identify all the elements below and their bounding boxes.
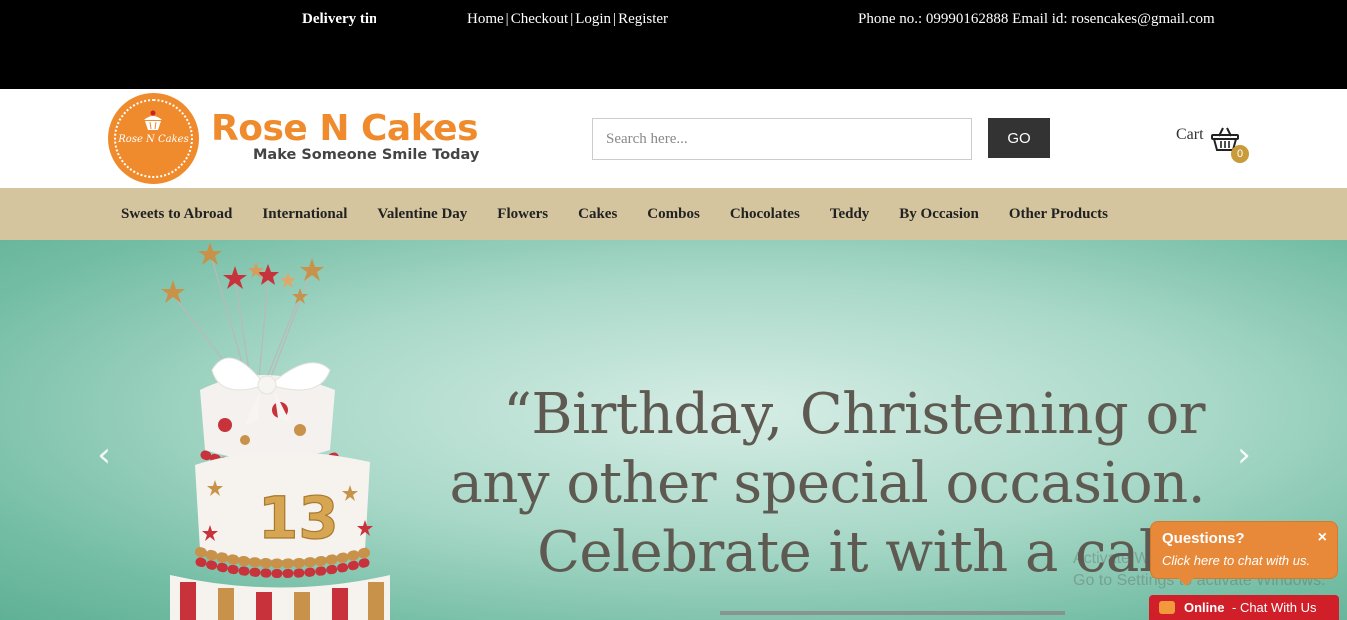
nav-item-other-products[interactable]: Other Products: [994, 206, 1123, 223]
login-link[interactable]: Login: [575, 11, 611, 27]
nav-item-cakes[interactable]: Cakes: [563, 206, 632, 223]
chat-status: Online: [1184, 600, 1225, 615]
link-separator: |: [613, 11, 617, 27]
link-separator: |: [505, 11, 509, 27]
home-link[interactable]: Home: [467, 11, 504, 27]
search-input[interactable]: [592, 118, 972, 160]
go-button[interactable]: GO: [988, 118, 1050, 158]
register-link[interactable]: Register: [618, 11, 668, 27]
tagline: Make Someone Smile Today: [253, 147, 480, 163]
nav-item-combos[interactable]: Combos: [632, 206, 715, 223]
site-header: Rose N Cakes Rose N Cakes Make Someone S…: [0, 89, 1347, 188]
top-bar: Delivery time Home|Checkout|Login|Regist…: [0, 0, 1347, 89]
main-nav: Sweets to Abroad International Valentine…: [0, 188, 1347, 240]
nav-item-teddy[interactable]: Teddy: [815, 206, 884, 223]
nav-item-chocolates[interactable]: Chocolates: [715, 206, 815, 223]
chat-subtitle: Click here to chat with us.: [1162, 553, 1311, 568]
checkout-link[interactable]: Checkout: [511, 11, 569, 27]
nav-item-by-occasion[interactable]: By Occasion: [884, 206, 994, 223]
close-icon[interactable]: ×: [1318, 529, 1327, 547]
cart-label[interactable]: Cart: [1176, 126, 1204, 144]
delivery-marquee: Delivery time: [302, 11, 376, 27]
chat-question: Questions?: [1162, 530, 1245, 547]
hero-quote-line: any other special occasion.: [449, 451, 1205, 516]
logo-mini-text: Rose N Cakes: [118, 134, 189, 145]
hero-quote-line: Celebrate it with a cake: [537, 520, 1205, 585]
cupcake-icon: [144, 110, 162, 130]
logo[interactable]: Rose N Cakes: [108, 93, 199, 184]
hero-quote-line: “Birthday, Christening or: [503, 382, 1205, 447]
chat-bubble-tail: [1178, 578, 1194, 586]
nav-item-international[interactable]: International: [247, 206, 362, 223]
slider-indicator[interactable]: [720, 611, 1065, 615]
chat-prompt-bubble[interactable]: Questions? Click here to chat with us. ×: [1150, 521, 1338, 579]
chat-cta: - Chat With Us: [1232, 600, 1317, 615]
hero-slider: 13 “Birthday, Christening or any other s…: [0, 240, 1347, 620]
slider-prev-icon[interactable]: ‹: [89, 438, 119, 472]
slider-next-icon[interactable]: ›: [1229, 438, 1259, 472]
chat-icon: [1159, 601, 1175, 614]
cart-count-badge: 0: [1231, 145, 1249, 163]
nav-item-valentine-day[interactable]: Valentine Day: [362, 206, 482, 223]
chat-bar[interactable]: Online - Chat With Us: [1149, 595, 1339, 620]
contact-info: Phone no.: 09990162888 Email id: rosenca…: [858, 11, 1215, 27]
brand-name[interactable]: Rose N Cakes: [211, 107, 479, 151]
nav-item-flowers[interactable]: Flowers: [482, 206, 563, 223]
nav-item-sweets-to-abroad[interactable]: Sweets to Abroad: [106, 206, 247, 223]
hero-quote: “Birthday, Christening or any other spec…: [0, 380, 1205, 587]
top-links: Home | Checkout | Login | Register: [467, 11, 668, 28]
